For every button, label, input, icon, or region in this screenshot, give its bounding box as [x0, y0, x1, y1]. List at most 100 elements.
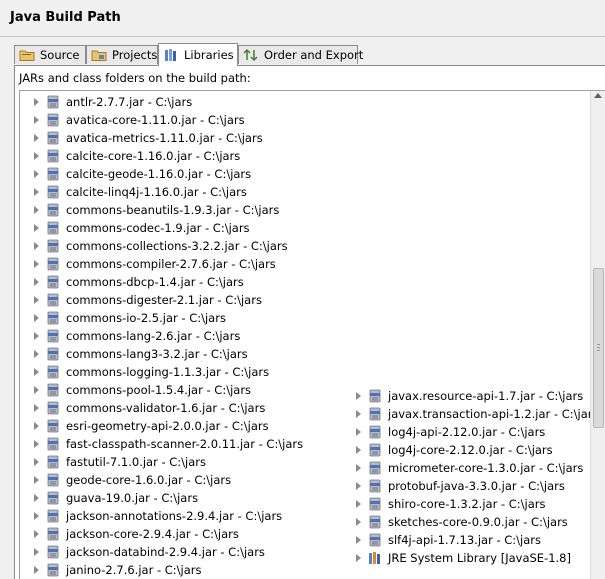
tree-item-jar[interactable]: geode-core-1.6.0.jar - C:\jars — [20, 471, 303, 489]
expand-toggle[interactable] — [20, 440, 45, 448]
tree-item-jar[interactable]: jackson-databind-2.9.4.jar - C:\jars — [20, 543, 303, 561]
expand-toggle[interactable] — [20, 116, 45, 124]
expand-toggle[interactable] — [20, 386, 45, 394]
tree-item-jar[interactable]: esri-geometry-api-2.0.0.jar - C:\jars — [20, 417, 303, 435]
tree-item-jar[interactable]: log4j-api-2.12.0.jar - C:\jars — [342, 423, 598, 441]
tree-item-jar[interactable]: commons-lang3-3.2.jar - C:\jars — [20, 345, 303, 363]
tree-item-jar[interactable]: avatica-core-1.11.0.jar - C:\jars — [20, 111, 303, 129]
tree-item-jar[interactable]: micrometer-core-1.3.0.jar - C:\jars — [342, 459, 598, 477]
expand-toggle[interactable] — [20, 512, 45, 520]
chevron-right-icon — [34, 152, 39, 160]
tree-item-jar[interactable]: commons-logging-1.1.3.jar - C:\jars — [20, 363, 303, 381]
expand-toggle[interactable] — [342, 392, 367, 400]
expand-toggle[interactable] — [20, 332, 45, 340]
tree-item-jar[interactable]: janino-2.7.6.jar - C:\jars — [20, 561, 303, 579]
expand-toggle[interactable] — [20, 476, 45, 484]
tree-item-jar[interactable]: commons-pool-1.5.4.jar - C:\jars — [20, 381, 303, 399]
chevron-right-icon — [34, 242, 39, 250]
tree-item-jar[interactable]: slf4j-api-1.7.13.jar - C:\jars — [342, 531, 598, 549]
expand-toggle[interactable] — [342, 482, 367, 490]
tree-item-jar[interactable]: protobuf-java-3.3.0.jar - C:\jars — [342, 477, 598, 495]
tree-item-jar[interactable]: commons-validator-1.6.jar - C:\jars — [20, 399, 303, 417]
expand-toggle[interactable] — [20, 404, 45, 412]
expand-toggle[interactable] — [20, 98, 45, 106]
tree-item-jar[interactable]: commons-io-2.5.jar - C:\jars — [20, 309, 303, 327]
tab-libraries[interactable]: Libraries — [158, 43, 238, 66]
expand-toggle[interactable] — [20, 170, 45, 178]
expand-toggle[interactable] — [342, 410, 367, 418]
tree-item-label: avatica-metrics-1.11.0.jar - C:\jars — [66, 131, 263, 145]
tree-item-label: commons-dbcp-1.4.jar - C:\jars — [66, 275, 244, 289]
tree-item-jar[interactable]: jackson-annotations-2.9.4.jar - C:\jars — [20, 507, 303, 525]
expand-toggle[interactable] — [20, 260, 45, 268]
tree-item-jar[interactable]: shiro-core-1.3.2.jar - C:\jars — [342, 495, 598, 513]
expand-toggle[interactable] — [20, 494, 45, 502]
libraries-tree[interactable]: antlr-2.7.7.jar - C:\jars avatica-core-1.… — [19, 90, 605, 579]
tree-item-jar[interactable]: avatica-metrics-1.11.0.jar - C:\jars — [20, 129, 303, 147]
tree-item-jar[interactable]: commons-collections-3.2.2.jar - C:\jars — [20, 237, 303, 255]
expand-toggle[interactable] — [20, 548, 45, 556]
tree-item-label: avatica-core-1.11.0.jar - C:\jars — [66, 113, 245, 127]
expand-toggle[interactable] — [342, 500, 367, 508]
expand-toggle[interactable] — [20, 566, 45, 574]
expand-toggle[interactable] — [20, 422, 45, 430]
tree-item-jar[interactable]: sketches-core-0.9.0.jar - C:\jars — [342, 513, 598, 531]
jar-file-icon — [47, 509, 59, 523]
expand-toggle[interactable] — [342, 536, 367, 544]
chevron-right-icon — [34, 314, 39, 322]
tree-item-jar[interactable]: fastutil-7.1.0.jar - C:\jars — [20, 453, 303, 471]
expand-toggle[interactable] — [20, 188, 45, 196]
expand-toggle[interactable] — [20, 296, 45, 304]
tree-item-label: janino-2.7.6.jar - C:\jars — [66, 563, 202, 577]
tree-item-jar[interactable]: log4j-core-2.12.0.jar - C:\jars — [342, 441, 598, 459]
expand-toggle[interactable] — [342, 446, 367, 454]
tree-item-label: javax.resource-api-1.7.jar - C:\jars — [388, 389, 584, 403]
expand-toggle[interactable] — [342, 428, 367, 436]
tree-item-jar[interactable]: commons-dbcp-1.4.jar - C:\jars — [20, 273, 303, 291]
expand-toggle[interactable] — [20, 242, 45, 250]
tab-projects[interactable]: Projects — [86, 45, 158, 64]
tree-item-label: guava-19.0.jar - C:\jars — [66, 491, 199, 505]
tree-item-jar[interactable]: commons-beanutils-1.9.3.jar - C:\jars — [20, 201, 303, 219]
tree-item-jar[interactable]: javax.transaction-api-1.2.jar - C:\jars — [342, 405, 598, 423]
expand-toggle[interactable] — [20, 314, 45, 322]
expand-toggle[interactable] — [20, 278, 45, 286]
tree-item-jar[interactable]: commons-compiler-2.7.6.jar - C:\jars — [20, 255, 303, 273]
expand-toggle[interactable] — [342, 518, 367, 526]
jar-file-icon — [369, 407, 381, 421]
expand-toggle[interactable] — [20, 152, 45, 160]
tree-item-jar[interactable]: fast-classpath-scanner-2.0.11.jar - C:\j… — [20, 435, 303, 453]
tab-projects-label: Projects — [112, 48, 158, 62]
chevron-right-icon — [34, 422, 39, 430]
chevron-right-icon — [34, 98, 39, 106]
tree-item-jar[interactable]: guava-19.0.jar - C:\jars — [20, 489, 303, 507]
expand-toggle[interactable] — [342, 554, 367, 562]
tree-item-jar[interactable]: javax.resource-api-1.7.jar - C:\jars — [342, 387, 598, 405]
jar-file-icon — [47, 419, 59, 433]
chevron-right-icon — [34, 386, 39, 394]
tab-order-and-export[interactable]: Order and Export — [238, 45, 363, 64]
scrollbar-thumb[interactable] — [593, 268, 604, 428]
chevron-right-icon — [34, 440, 39, 448]
tree-item-jar[interactable]: antlr-2.7.7.jar - C:\jars — [20, 93, 303, 111]
expand-toggle[interactable] — [20, 350, 45, 358]
tree-item-jre[interactable]: JRE System Library [JavaSE-1.8] — [342, 549, 598, 567]
expand-toggle[interactable] — [20, 458, 45, 466]
scroll-up-arrow-icon[interactable] — [594, 93, 602, 98]
chevron-right-icon — [356, 536, 361, 544]
expand-toggle[interactable] — [20, 224, 45, 232]
expand-toggle[interactable] — [20, 368, 45, 376]
tab-source[interactable]: Source — [14, 45, 86, 64]
tree-item-jar[interactable]: calcite-geode-1.16.0.jar - C:\jars — [20, 165, 303, 183]
tree-item-jar[interactable]: calcite-core-1.16.0.jar - C:\jars — [20, 147, 303, 165]
expand-toggle[interactable] — [342, 464, 367, 472]
tree-item-jar[interactable]: calcite-linq4j-1.16.0.jar - C:\jars — [20, 183, 303, 201]
tree-item-jar[interactable]: commons-digester-2.1.jar - C:\jars — [20, 291, 303, 309]
expand-toggle[interactable] — [20, 530, 45, 538]
tree-item-jar[interactable]: jackson-core-2.9.4.jar - C:\jars — [20, 525, 303, 543]
tree-item-jar[interactable]: commons-codec-1.9.jar - C:\jars — [20, 219, 303, 237]
tree-item-jar[interactable]: commons-lang-2.6.jar - C:\jars — [20, 327, 303, 345]
expand-toggle[interactable] — [20, 206, 45, 214]
expand-toggle[interactable] — [20, 134, 45, 142]
vertical-scrollbar[interactable] — [590, 91, 605, 579]
